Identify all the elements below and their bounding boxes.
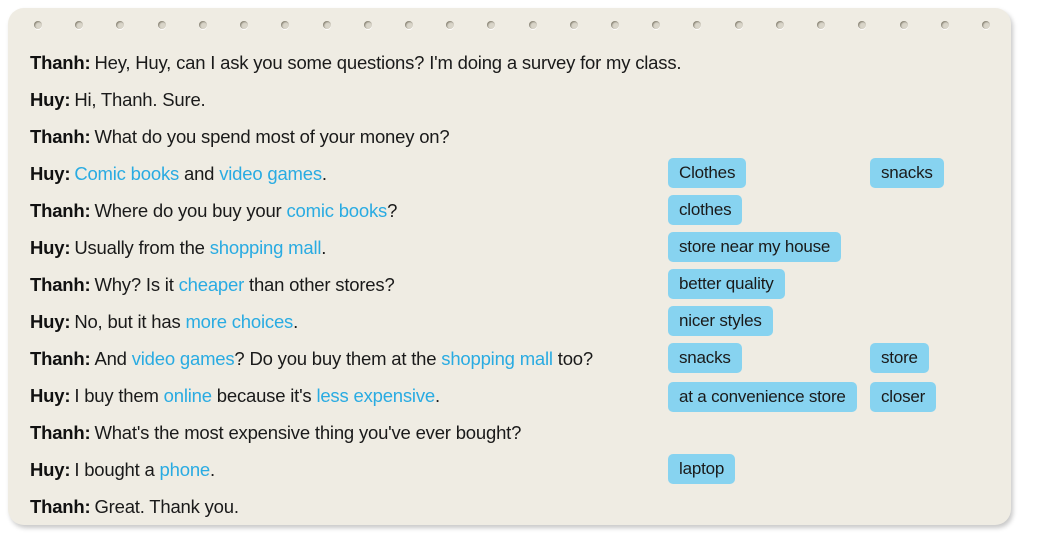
dialogue-text: . [210,459,215,480]
dialogue-text: And [94,348,132,369]
highlighted-phrase: less expensive [316,385,435,406]
punch-hole [775,21,784,29]
answer-tag[interactable]: closer [870,382,937,412]
dialogue-line: Huy: I bought a phone. [30,451,650,488]
punch-hole [446,21,455,29]
answer-tag[interactable]: better quality [668,269,785,299]
dialogue-text: . [293,311,299,332]
punch-hole [198,21,207,29]
highlighted-phrase: video games [219,163,322,184]
dialogue-line: Thanh: What's the most expensive thing yo… [30,414,650,451]
punch-hole [363,21,372,29]
speaker-label: Thanh: [30,274,91,295]
punch-hole [734,21,743,29]
dialogue-line: Thanh: Great. Thank you. [30,488,650,525]
dialogue-text: Why? Is it [94,274,179,295]
answer-tag[interactable]: laptop [668,454,736,484]
punch-hole [858,21,867,29]
answer-tag[interactable]: store near my house [668,232,842,262]
dialogue-text: because it's [211,385,317,406]
punch-hole [157,21,166,29]
answer-tag[interactable]: at a convenience store [668,382,857,412]
dialogue-line: Huy: Comic books and video games. [30,155,650,192]
dialogue-line: Huy: No, but it has more choices. [30,303,650,340]
dialogue-line: Thanh: Hey, Huy, can I ask you some quest… [30,44,682,81]
speaker-label: Thanh: [30,126,91,147]
dialogue-text: Usually from the [74,237,210,258]
dialogue-line: Huy: Usually from the shopping mall. [30,229,650,266]
dialogue-line: Thanh: Where do you buy your comic books? [30,192,650,229]
punch-hole [34,21,42,29]
punch-hole [899,21,908,29]
dialogue-text: ? [387,200,398,221]
punch-hole [693,21,702,29]
dialogue-line: Huy: Hi, Thanh. Sure. [30,81,650,118]
dialogue-text: Where do you buy your [94,200,287,221]
punch-hole-strip [8,8,1011,42]
dialogue-text: . [321,237,327,258]
dialogue-text: I buy them [74,385,164,406]
highlighted-phrase: Comic books [74,163,180,184]
dialogue-text: Hi, Thanh. Sure. [74,89,206,110]
highlighted-phrase: online [163,385,212,406]
highlighted-phrase: more choices [185,311,294,332]
answer-tag[interactable]: Clothes [668,158,747,188]
speaker-label: Thanh: [30,496,91,517]
dialogue-line: Huy: I buy them online because it's less … [30,377,650,414]
dialogue-text: I bought a [74,459,160,480]
dialogue-text: too? [552,348,593,369]
speaker-label: Thanh: [30,422,91,443]
highlighted-phrase: shopping mall [209,237,322,258]
dialogue-text: than other stores? [244,274,395,295]
answer-tag[interactable]: snacks [668,343,742,373]
speaker-label: Huy: [30,89,71,110]
dialogue-line: Thanh: And video games? Do you buy them a… [30,340,650,377]
dialogue-text: What's the most expensive thing you've e… [94,422,522,443]
highlighted-phrase: phone [159,459,211,480]
punch-hole [817,21,826,29]
speaker-label: Huy: [30,163,71,184]
speaker-label: Huy: [30,237,71,258]
dialogue-text: Great. Thank you. [94,496,239,517]
highlighted-phrase: video games [131,348,235,369]
punch-hole [982,21,990,29]
highlighted-phrase: shopping mall [441,348,553,369]
punch-hole [404,21,413,29]
punch-hole [569,21,578,29]
dialogue-line: Thanh: What do you spend most of your mon… [30,118,650,155]
dialogue-text: ? Do you buy them at the [234,348,442,369]
punch-hole [940,21,949,29]
dialogue-text: . [321,163,327,184]
highlighted-phrase: cheaper [178,274,245,295]
punch-hole [281,21,290,29]
punch-hole [611,21,620,29]
dialogue-text: Hey, Huy, can I ask you some questions? … [94,52,682,73]
notepad-card: Thanh: Hey, Huy, can I ask you some quest… [8,8,1011,525]
punch-hole [116,21,125,29]
dialogue-line: Thanh: Why? Is it cheaper than other stor… [30,266,650,303]
dialogue-text: and [179,163,220,184]
highlighted-phrase: comic books [286,200,388,221]
answer-tag[interactable]: nicer styles [668,306,773,336]
punch-hole [322,21,331,29]
speaker-label: Thanh: [30,200,91,221]
dialogue-text: No, but it has [74,311,186,332]
speaker-label: Huy: [30,311,71,332]
dialogue-text: What do you spend most of your money on? [94,126,450,147]
speaker-label: Thanh: [30,348,91,369]
dialogue-list: Thanh: Hey, Huy, can I ask you some quest… [30,44,682,525]
punch-hole [487,21,496,29]
answer-tag[interactable]: store [870,343,929,373]
punch-hole [240,21,249,29]
dialogue-text: . [434,385,440,406]
punch-hole [528,21,537,29]
punch-hole [652,21,661,29]
punch-hole [75,21,84,29]
speaker-label: Huy: [30,385,71,406]
answer-tag[interactable]: snacks [870,158,944,188]
speaker-label: Huy: [30,459,71,480]
speaker-label: Thanh: [30,52,91,73]
answer-tag[interactable]: clothes [668,195,743,225]
